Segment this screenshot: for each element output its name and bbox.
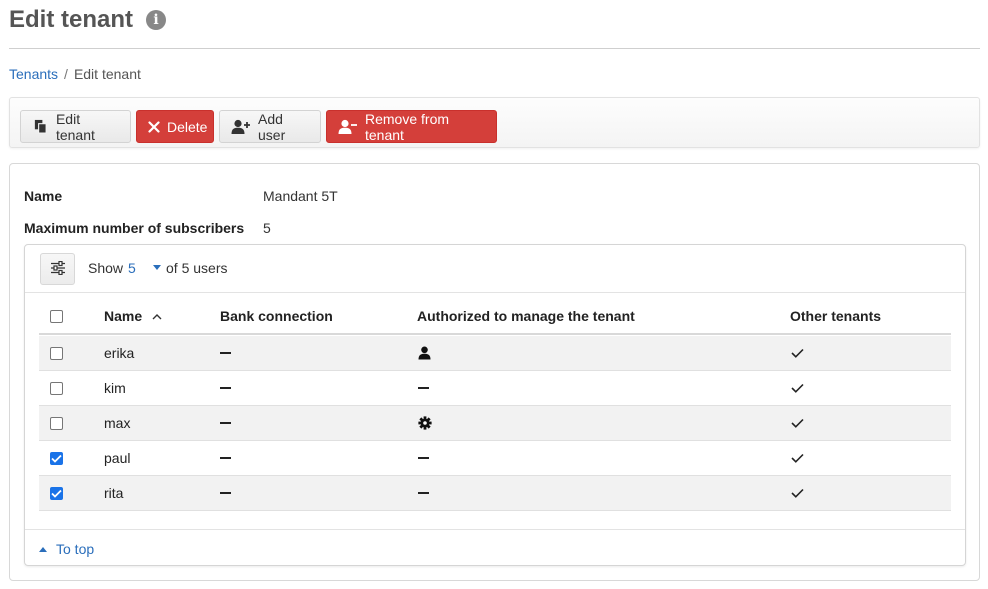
- user-minus-icon: [338, 119, 358, 135]
- row-checkbox[interactable]: [50, 416, 63, 430]
- add-user-label: Add user: [258, 110, 286, 143]
- tenant-details-panel: Name Mandant 5T Maximum number of subscr…: [9, 163, 980, 581]
- row-select-cell: [50, 441, 63, 475]
- row-select-cell: [50, 406, 63, 440]
- breadcrumb-current: Edit tenant: [73, 66, 141, 82]
- row-authorized: [418, 406, 432, 440]
- row-other-tenants: [791, 441, 804, 475]
- dash-icon: [418, 492, 429, 494]
- dash-icon: [418, 457, 429, 459]
- table-header-row: Name Bank connection Authorized to manag…: [39, 299, 951, 335]
- checkmark-icon: [791, 418, 804, 428]
- edit-tenant-button[interactable]: Edit tenant: [20, 110, 131, 143]
- breadcrumb-separator: /: [64, 66, 68, 82]
- action-toolbar: Edit tenant Delete Add user Remove from …: [9, 97, 980, 148]
- dash-icon: [220, 422, 231, 424]
- row-name: erika: [104, 345, 135, 361]
- user-plus-icon: [231, 119, 251, 135]
- table-top-divider: [25, 292, 965, 293]
- row-other-tenants: [791, 406, 804, 440]
- title-divider: [9, 48, 980, 49]
- table-row[interactable]: kim: [39, 371, 951, 406]
- dash-icon: [220, 457, 231, 459]
- chevron-down-icon[interactable]: [153, 265, 161, 270]
- select-all-checkbox[interactable]: [50, 309, 63, 323]
- delete-button[interactable]: Delete: [136, 110, 214, 143]
- info-icon[interactable]: i: [146, 10, 166, 30]
- row-name: paul: [104, 450, 131, 466]
- to-top-link[interactable]: To top: [39, 541, 94, 557]
- row-authorized: [418, 336, 431, 370]
- user-count-text: of 5 users: [166, 260, 228, 276]
- max-subscribers-value: 5: [263, 220, 271, 236]
- sliders-icon: [50, 260, 66, 278]
- table-bottom-divider: [25, 529, 965, 530]
- row-bank-connection: [220, 441, 231, 475]
- name-value: Mandant 5T: [263, 188, 338, 204]
- row-checkbox[interactable]: [50, 451, 63, 465]
- row-select-cell: [50, 371, 63, 405]
- dash-icon: [220, 387, 231, 389]
- row-other-tenants: [791, 371, 804, 405]
- users-table-card: Show 5 of 5 users Name Bank connection A…: [24, 244, 966, 566]
- add-user-button[interactable]: Add user: [219, 110, 321, 143]
- column-header-bank[interactable]: Bank connection: [220, 299, 333, 333]
- column-header-name[interactable]: Name: [104, 299, 162, 333]
- row-select-cell: [50, 476, 63, 510]
- row-checkbox[interactable]: [50, 381, 63, 395]
- row-authorized: [418, 441, 429, 475]
- row-name: rita: [104, 485, 124, 501]
- row-bank-connection: [220, 476, 231, 510]
- column-header-other-tenants[interactable]: Other tenants: [790, 299, 881, 333]
- dash-icon: [418, 387, 429, 389]
- delete-label: Delete: [167, 118, 208, 135]
- gear-icon: [418, 416, 432, 430]
- row-bank-connection: [220, 371, 231, 405]
- row-name: max: [104, 415, 131, 431]
- row-authorized: [418, 476, 429, 510]
- row-name: kim: [104, 380, 126, 396]
- row-authorized: [418, 371, 429, 405]
- remove-from-tenant-button[interactable]: Remove from tenant: [326, 110, 497, 143]
- page-size-select[interactable]: 5: [128, 260, 136, 276]
- column-header-authorized[interactable]: Authorized to manage the tenant: [417, 299, 635, 333]
- close-icon: [148, 119, 160, 135]
- to-top-label: To top: [56, 541, 95, 557]
- sort-ascending-icon: [152, 313, 162, 320]
- row-other-tenants: [791, 476, 804, 510]
- table-row[interactable]: rita: [39, 476, 951, 511]
- edit-tenant-label: Edit tenant: [55, 110, 95, 143]
- breadcrumb-tenants-link[interactable]: Tenants: [9, 66, 58, 82]
- name-label: Name: [24, 188, 63, 204]
- user-icon: [418, 346, 431, 360]
- checkmark-icon: [791, 453, 804, 463]
- table-settings-button[interactable]: [40, 253, 75, 285]
- show-label: Show: [88, 260, 124, 276]
- table-row[interactable]: paul: [39, 441, 951, 476]
- row-checkbox[interactable]: [50, 486, 63, 500]
- checkmark-icon: [791, 348, 804, 358]
- table-row[interactable]: max: [39, 406, 951, 441]
- breadcrumb: Tenants / Edit tenant: [9, 66, 141, 82]
- column-header-name-label: Name: [104, 308, 143, 324]
- checkmark-icon: [791, 383, 804, 393]
- row-select-cell: [50, 336, 63, 370]
- row-checkbox[interactable]: [50, 346, 63, 360]
- copy-icon: [32, 119, 49, 135]
- page-title: Edit tenant i: [9, 6, 166, 34]
- dash-icon: [220, 492, 231, 494]
- max-subscribers-label: Maximum number of subscribers: [24, 220, 245, 236]
- row-bank-connection: [220, 336, 231, 370]
- row-other-tenants: [791, 336, 804, 370]
- page-title-text: Edit tenant: [9, 6, 133, 33]
- remove-from-tenant-label: Remove from tenant: [365, 110, 450, 143]
- table-row[interactable]: erika: [39, 336, 951, 371]
- select-all-cell: [50, 299, 63, 333]
- row-bank-connection: [220, 406, 231, 440]
- chevron-up-icon: [39, 546, 47, 552]
- checkmark-icon: [791, 488, 804, 498]
- dash-icon: [220, 352, 231, 354]
